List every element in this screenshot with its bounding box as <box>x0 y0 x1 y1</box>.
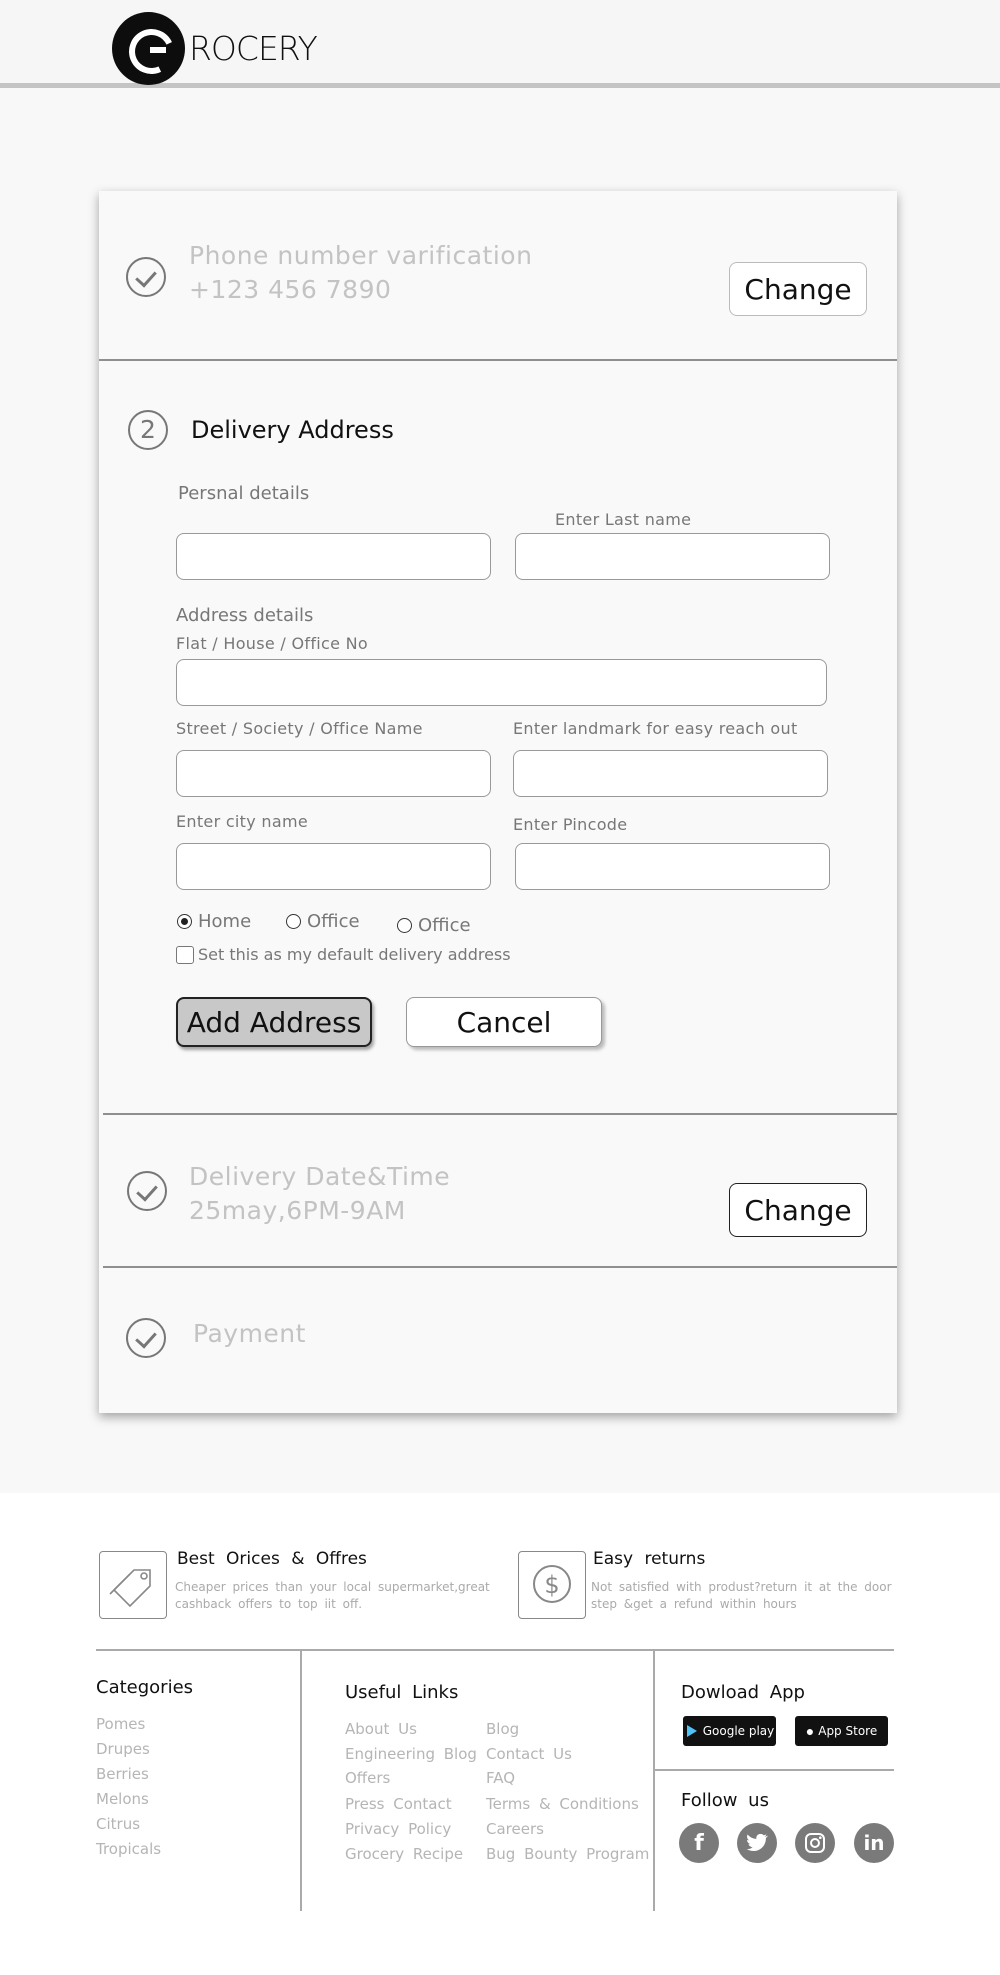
footer-link[interactable]: Privacy Policy <box>345 1820 451 1838</box>
divider <box>99 359 897 361</box>
radio-home[interactable]: Home <box>177 911 251 932</box>
personal-details-label: Persnal details <box>178 483 310 504</box>
header: ROCERY <box>0 0 1000 88</box>
categories-title: Categories <box>96 1677 194 1698</box>
flat-label: Flat / House / Office No <box>176 634 368 653</box>
category-link[interactable]: Berries <box>96 1765 149 1783</box>
pincode-input[interactable] <box>515 843 830 890</box>
radio-button-selected[interactable] <box>177 914 192 929</box>
footer-link[interactable]: Careers <box>486 1820 544 1838</box>
download-app-title: Dowload App <box>681 1682 805 1703</box>
category-link[interactable]: Tropicals <box>96 1840 161 1858</box>
logo-g-icon <box>112 12 185 85</box>
pincode-label: Enter Pincode <box>513 815 628 834</box>
checkout-card: Phone number varification +123 456 7890 … <box>99 191 897 1413</box>
footer-divider <box>300 1649 302 1911</box>
add-address-button[interactable]: Add Address <box>176 997 372 1047</box>
feature-desc: step &get a refund within hours <box>591 1597 797 1611</box>
logo[interactable]: ROCERY <box>112 12 318 85</box>
street-input[interactable] <box>176 750 491 797</box>
svg-text:$: $ <box>544 1571 559 1599</box>
follow-us-title: Follow us <box>681 1790 769 1811</box>
instagram-icon[interactable] <box>795 1823 835 1863</box>
useful-links-title: Useful Links <box>345 1682 459 1703</box>
logo-text: ROCERY <box>189 29 318 68</box>
feature-title: Easy returns <box>593 1549 706 1569</box>
phone-step-title: Phone number varification <box>189 241 533 270</box>
category-link[interactable]: Drupes <box>96 1740 150 1758</box>
divider <box>103 1113 897 1115</box>
footer-link[interactable]: Offers <box>345 1769 390 1787</box>
flat-input[interactable] <box>176 659 827 706</box>
radio-office-2-label: Office <box>418 915 471 936</box>
category-link[interactable]: Pomes <box>96 1715 145 1733</box>
facebook-icon[interactable]: f <box>679 1823 719 1863</box>
play-icon <box>686 1725 697 1737</box>
radio-button[interactable] <box>397 918 412 933</box>
footer-divider <box>653 1649 655 1911</box>
last-name-input[interactable] <box>515 533 830 580</box>
footer-link[interactable]: FAQ <box>486 1769 515 1787</box>
check-icon <box>127 1171 167 1211</box>
last-name-label: Enter Last name <box>555 510 692 529</box>
footer: Best Orices & Offres Cheaper prices than… <box>0 1493 1000 1975</box>
radio-button[interactable] <box>286 914 301 929</box>
footer-divider <box>96 1649 894 1651</box>
radio-office-label: Office <box>307 911 360 932</box>
landmark-input[interactable] <box>513 750 828 797</box>
footer-link[interactable]: Press Contact <box>345 1795 452 1813</box>
checkbox[interactable] <box>176 945 194 964</box>
price-tag-icon <box>99 1551 167 1619</box>
delivery-time-value: 25may,6PM-9AM <box>189 1196 406 1225</box>
first-name-input[interactable] <box>176 533 491 580</box>
feature-desc: cashback offers to top iit off. <box>175 1597 363 1611</box>
divider <box>103 1266 897 1268</box>
twitter-icon[interactable] <box>737 1823 777 1863</box>
footer-link[interactable]: Grocery Recipe <box>345 1845 463 1863</box>
check-icon <box>126 257 166 297</box>
delivery-time-title: Delivery Date&Time <box>189 1162 451 1191</box>
feature-title: Best Orices & Offres <box>177 1549 367 1569</box>
footer-link[interactable]: About Us <box>345 1720 417 1738</box>
app-store-button[interactable]: ● App Store <box>795 1716 888 1746</box>
category-link[interactable]: Melons <box>96 1790 149 1808</box>
apple-icon: ● <box>805 1723 815 1739</box>
footer-link[interactable]: Engineering Blog <box>345 1745 477 1763</box>
cancel-button[interactable]: Cancel <box>406 997 602 1047</box>
footer-link[interactable]: Bug Bounty Program <box>486 1845 649 1863</box>
footer-divider <box>653 1769 894 1771</box>
landmark-label: Enter landmark for easy reach out <box>513 719 798 738</box>
feature-desc: Not satisfied with produst?return it at … <box>591 1580 892 1594</box>
radio-office-2[interactable]: Office <box>397 915 471 936</box>
radio-home-label: Home <box>198 911 252 932</box>
footer-link[interactable]: Contact Us <box>486 1745 572 1763</box>
street-label: Street / Society / Office Name <box>176 719 423 738</box>
footer-link[interactable]: Terms & Conditions <box>486 1795 639 1813</box>
step-number-badge: 2 <box>128 410 168 450</box>
google-play-label: Google play <box>702 1724 775 1738</box>
default-address-label: Set this as my default delivery address <box>198 945 511 964</box>
address-details-label: Address details <box>176 605 314 626</box>
delivery-address-title: Delivery Address <box>191 416 394 444</box>
check-icon <box>126 1318 166 1358</box>
dollar-icon: $ <box>518 1551 586 1619</box>
change-delivery-button[interactable]: Change <box>729 1183 867 1237</box>
radio-office[interactable]: Office <box>286 911 360 932</box>
google-play-button[interactable]: Google play <box>683 1716 776 1746</box>
linkedin-icon[interactable]: in <box>854 1823 894 1863</box>
phone-step-value: +123 456 7890 <box>189 275 392 304</box>
city-input[interactable] <box>176 843 491 890</box>
default-address-checkbox[interactable]: Set this as my default delivery address <box>176 945 511 964</box>
change-phone-button[interactable]: Change <box>729 262 867 316</box>
category-link[interactable]: Citrus <box>96 1815 140 1833</box>
app-store-label: App Store <box>818 1724 878 1738</box>
city-label: Enter city name <box>176 812 308 831</box>
footer-link[interactable]: Blog <box>486 1720 519 1738</box>
feature-desc: Cheaper prices than your local supermark… <box>175 1580 490 1594</box>
payment-step-title: Payment <box>193 1319 306 1348</box>
